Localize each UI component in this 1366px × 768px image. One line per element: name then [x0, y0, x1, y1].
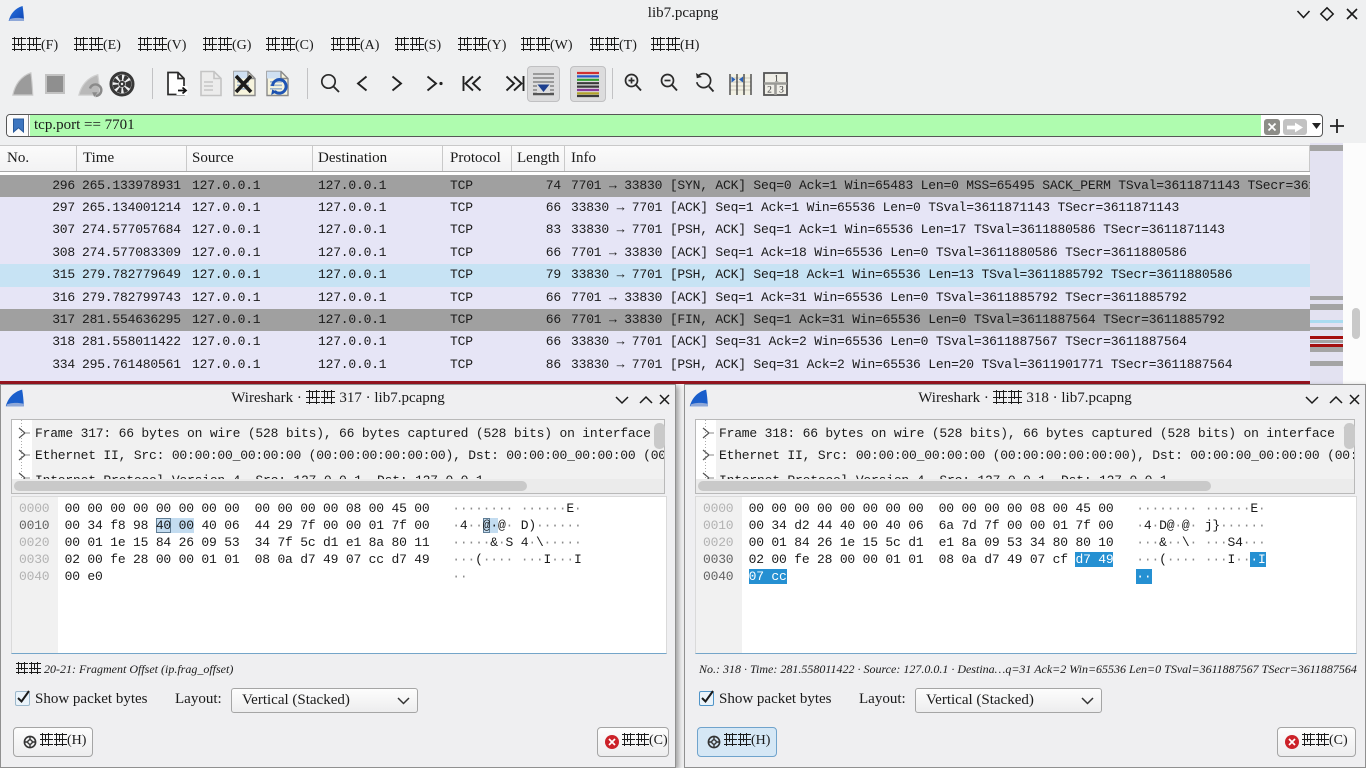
svg-text:3: 3 — [779, 86, 784, 96]
svg-text:2: 2 — [767, 86, 772, 96]
svg-text:1: 1 — [774, 74, 779, 84]
